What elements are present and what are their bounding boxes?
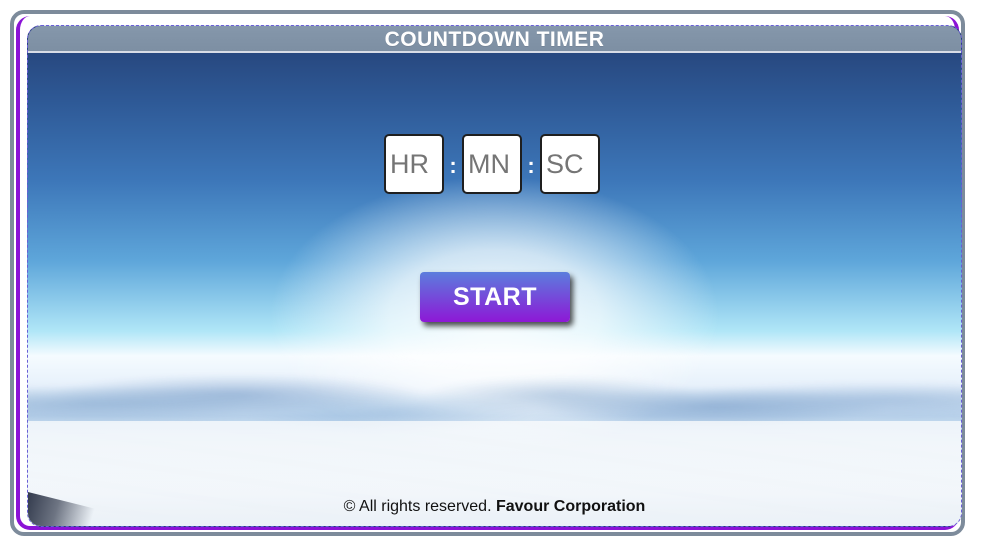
company-name: Favour Corporation bbox=[495, 498, 646, 515]
time-separator: : bbox=[527, 153, 535, 178]
hours-input[interactable] bbox=[384, 134, 444, 194]
start-button[interactable]: START bbox=[420, 272, 570, 322]
time-inputs-group: : : bbox=[384, 134, 600, 194]
copyright-text: © All rights reserved. bbox=[343, 498, 492, 515]
time-separator: : bbox=[449, 153, 457, 178]
page-title: COUNTDOWN TIMER bbox=[384, 28, 605, 51]
main-panel: COUNTDOWN TIMER : : START © All rights r… bbox=[27, 25, 962, 527]
minutes-input[interactable] bbox=[462, 134, 522, 194]
seconds-input[interactable] bbox=[540, 134, 600, 194]
footer: © All rights reserved. Favour Corporatio… bbox=[28, 498, 961, 516]
